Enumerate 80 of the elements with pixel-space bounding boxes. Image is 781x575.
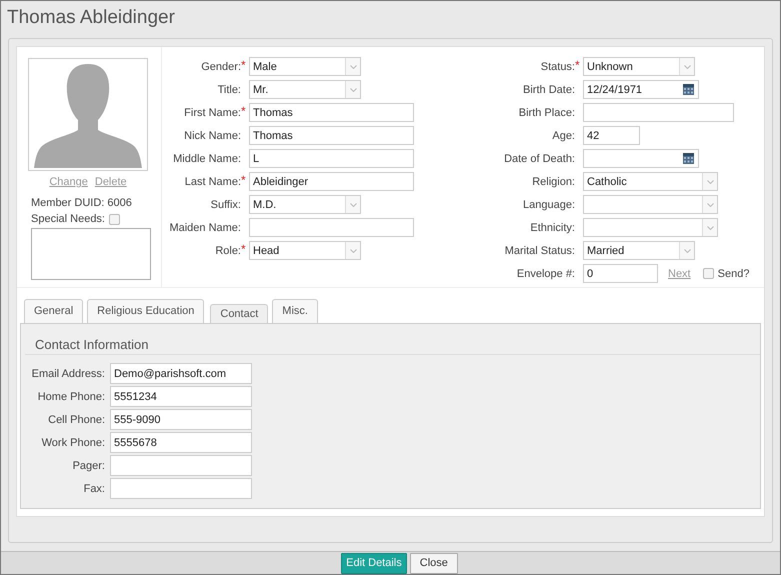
text-field[interactable]: L: [249, 149, 414, 168]
calendar-icon[interactable]: [683, 84, 694, 95]
text-field[interactable]: 5551234: [110, 386, 252, 407]
select-field[interactable]: M.D.: [249, 195, 361, 214]
text-field[interactable]: [110, 455, 252, 476]
text-field[interactable]: [583, 103, 734, 122]
required-mark: *: [241, 60, 247, 70]
field-label: Title:: [218, 84, 241, 96]
send-checkbox[interactable]: [702, 268, 714, 279]
chevron-icon: [684, 248, 690, 252]
field-label: Age:: [552, 130, 575, 142]
text-field[interactable]: Ableidinger: [249, 172, 414, 191]
field-label: Email Address:: [30, 368, 105, 380]
select-field[interactable]: Unknown: [583, 57, 695, 76]
field-label: Role:: [215, 244, 241, 256]
text-field[interactable]: Demo@parishsoft.com: [110, 363, 252, 384]
section-heading: Contact Information: [25, 324, 760, 355]
field-label: Maiden Name:: [169, 222, 241, 234]
chevron-icon: [706, 202, 714, 206]
window-title: Thomas Ableidinger: [6, 6, 176, 30]
required-mark: *: [241, 176, 247, 184]
chevron-icon: [350, 248, 356, 252]
field-label: Suffix:: [210, 198, 241, 210]
chevron-icon: [706, 226, 714, 230]
tab[interactable]: Misc.: [272, 299, 318, 323]
field-label: Pager:: [72, 460, 105, 472]
send-label: Send?: [718, 268, 750, 280]
special-needs-label: Special Needs:: [31, 213, 105, 225]
date-field[interactable]: 12/24/1971: [583, 80, 699, 99]
close-button[interactable]: Close: [410, 552, 458, 574]
field-label: Gender:: [201, 60, 241, 72]
field-label: Marital Status:: [504, 244, 575, 256]
chevron-icon: [350, 88, 356, 92]
select-field[interactable]: Head: [249, 241, 361, 260]
select-field[interactable]: Catholic: [583, 172, 718, 191]
field-label: Home Phone:: [36, 390, 105, 402]
select-field[interactable]: Male: [249, 57, 361, 76]
field-label: Nick Name:: [184, 130, 241, 142]
field-label: First Name:: [184, 106, 241, 118]
text-field[interactable]: [110, 478, 252, 499]
field-label: Envelope #:: [516, 268, 575, 280]
field-label: Date of Death:: [504, 152, 575, 164]
required-mark: *: [241, 106, 247, 116]
chevron-icon: [684, 64, 690, 68]
required-mark: *: [575, 60, 581, 70]
special-needs-checkbox[interactable]: [109, 214, 120, 224]
field-label: Language:: [523, 198, 575, 210]
field-label: Birth Date:: [523, 84, 575, 96]
text-field[interactable]: [249, 218, 414, 237]
member-duid: Member DUID: 6006: [30, 197, 133, 209]
field-label: Fax:: [82, 482, 105, 494]
field-label: Last Name:: [184, 176, 241, 188]
field-label: Birth Place:: [518, 106, 575, 118]
tab[interactable]: Contact: [210, 304, 268, 323]
select-field[interactable]: [583, 218, 718, 237]
text-field[interactable]: 555-9090: [110, 409, 252, 430]
field-label: Status:: [540, 60, 575, 72]
text-field[interactable]: 5555678: [110, 432, 252, 453]
text-field[interactable]: Thomas: [249, 126, 414, 145]
chevron-icon: [350, 64, 356, 68]
text-field[interactable]: Thomas: [249, 103, 414, 122]
field-label: Work Phone:: [40, 436, 105, 448]
chevron-icon: [350, 202, 356, 206]
field-label: Ethnicity:: [530, 222, 575, 234]
calendar-icon[interactable]: [683, 153, 694, 164]
select-field[interactable]: Mr.: [249, 80, 361, 99]
field-label: Middle Name:: [173, 152, 241, 164]
chevron-icon: [706, 180, 714, 184]
notes-field[interactable]: [31, 228, 151, 280]
tab[interactable]: General: [24, 299, 84, 323]
field-label: Religion:: [532, 176, 575, 188]
date-field[interactable]: [583, 149, 699, 168]
select-field[interactable]: Married: [583, 241, 695, 260]
select-field[interactable]: [583, 195, 718, 214]
text-field[interactable]: 42: [583, 126, 640, 145]
avatar-silhouette-icon: [28, 58, 148, 171]
field-label: Cell Phone:: [47, 414, 105, 426]
envelope-field[interactable]: 0: [583, 264, 658, 283]
required-mark: *: [241, 244, 247, 254]
tab[interactable]: Religious Education: [87, 299, 204, 323]
